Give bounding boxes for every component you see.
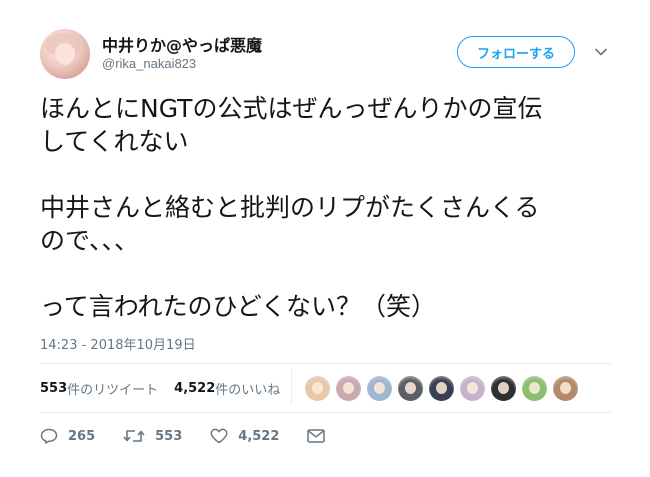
heart-icon [210,428,228,444]
reply-count: 265 [68,428,96,444]
reply-icon [40,428,58,444]
tweet-timestamp[interactable]: 14:23 - 2018年10月19日 [40,334,196,353]
liker-avatars [305,376,584,401]
tweet-actions: 265 553 4,522 [40,428,363,444]
liker-avatar[interactable] [553,376,578,401]
retweets-label: 件のリツイート [67,383,159,398]
like-action[interactable]: 4,522 [210,428,279,444]
retweets-count: 553 [40,381,68,396]
avatar[interactable] [40,29,90,79]
liker-avatar[interactable] [460,376,485,401]
liker-avatar[interactable] [522,376,547,401]
chevron-down-icon[interactable] [594,45,608,59]
tweet-header: 中井りか@やっぱ悪魔 @rika_nakai823 フォローする [40,29,620,81]
follow-button[interactable]: フォローする [457,36,575,68]
tweet-stats: 553 件のリツイート 4,522 件のいいね [40,379,296,398]
divider [40,363,612,364]
liker-avatar[interactable] [305,376,330,401]
liker-avatar[interactable] [429,376,454,401]
retweet-icon [123,430,145,442]
liker-avatar[interactable] [336,376,361,401]
reply-action[interactable]: 265 [40,428,95,444]
direct-message-action[interactable] [307,429,335,443]
like-stat[interactable]: 4,522 件のいいね [174,379,280,398]
envelope-icon [307,429,326,443]
user-handle[interactable]: @rika_nakai823 [102,56,196,71]
liker-avatar[interactable] [367,376,392,401]
likes-label: 件のいいね [215,383,281,398]
divider [40,412,612,413]
likes-count: 4,522 [174,381,216,396]
like-count: 4,522 [238,428,280,444]
retweet-count: 553 [155,428,183,444]
liker-avatar[interactable] [398,376,423,401]
retweet-stat[interactable]: 553 件のリツイート [40,379,158,398]
liker-avatar[interactable] [491,376,516,401]
display-name[interactable]: 中井りか@やっぱ悪魔 [102,32,262,56]
retweet-action[interactable]: 553 [123,428,182,444]
stats-separator [291,369,292,405]
tweet-text: ほんとにNGTの公式はぜんっぜんりかの宣伝 してくれない 中井さんと絡むと批判の… [40,94,543,321]
